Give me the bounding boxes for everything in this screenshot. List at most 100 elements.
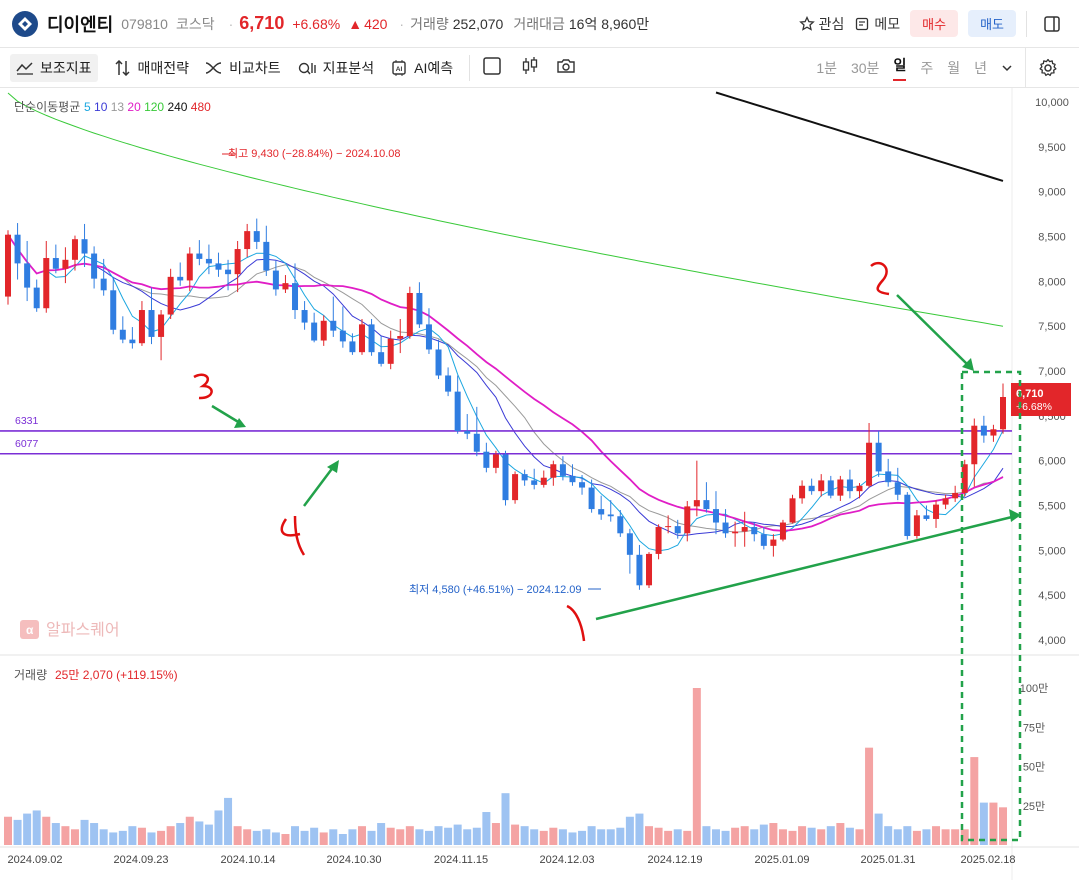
volume-bar: [42, 816, 51, 845]
layout-toggle-button[interactable]: [1037, 15, 1067, 33]
volume-bar: [625, 816, 634, 845]
ai-predict-label: AI예측: [414, 59, 454, 76]
candle-body: [512, 474, 519, 501]
price-chart[interactable]: 6331 6077 100만 75만 50만 25만 10,000 9,500 9,000 8…: [0, 88, 1079, 880]
candle-body: [674, 526, 681, 534]
chart-settings-button[interactable]: [1025, 47, 1069, 88]
candle-body: [158, 314, 165, 337]
candle: [617, 509, 624, 537]
candle-body: [196, 253, 203, 259]
volume-bar: [970, 757, 979, 845]
candle: [703, 482, 710, 513]
candle-body: [617, 516, 624, 534]
screenshot-button[interactable]: [556, 56, 576, 79]
period-1min[interactable]: 1분: [816, 58, 837, 78]
period-week[interactable]: 주: [920, 58, 933, 78]
memo-button[interactable]: 메모: [854, 14, 900, 34]
strategy-icon: [115, 59, 130, 76]
candle: [512, 471, 519, 504]
period-30min[interactable]: 30분: [851, 58, 879, 78]
candle-body: [588, 487, 595, 510]
compare-icon: [205, 61, 222, 74]
watchlist-label: 관심: [818, 15, 845, 32]
candle-body: [703, 500, 710, 510]
period-day[interactable]: 일: [893, 55, 907, 81]
candle-body: [952, 492, 959, 499]
volume-bar: [692, 688, 701, 845]
volume-bar: [405, 826, 414, 845]
candle: [846, 469, 853, 499]
candle: [292, 263, 299, 319]
candle-body: [502, 454, 509, 501]
candle: [646, 552, 653, 588]
candle-body: [52, 258, 59, 269]
candle-body: [358, 324, 365, 353]
volume-bar: [300, 830, 309, 845]
candle-body: [71, 239, 78, 260]
analysis-label: 지표분석: [322, 59, 375, 76]
volume-bar: [23, 813, 32, 845]
candle-body: [62, 259, 69, 269]
candle: [626, 528, 633, 574]
support-resistance-lines: 6331 6077: [0, 415, 1012, 455]
candle: [789, 494, 796, 524]
candle-body: [569, 475, 576, 483]
period-year[interactable]: 년: [974, 58, 987, 78]
ma-legend-period-10: 10: [94, 100, 111, 114]
candle-body: [119, 329, 126, 340]
stock-name[interactable]: 디이엔티: [47, 11, 113, 37]
indicator-button[interactable]: 보조지표: [10, 53, 98, 82]
volume-bar: [855, 829, 864, 845]
candle: [464, 414, 471, 440]
volume-bar: [721, 830, 730, 845]
candle: [378, 336, 385, 367]
candle: [980, 415, 987, 443]
volume-tick-label: 25만: [1023, 800, 1045, 813]
sell-button[interactable]: 매도: [968, 10, 1016, 37]
analysis-button[interactable]: 지표분석: [297, 58, 375, 78]
divider: [469, 54, 471, 81]
candle: [253, 218, 260, 250]
candle-body: [24, 263, 31, 288]
volume-bar: [826, 826, 835, 845]
watchlist-button[interactable]: 관심: [798, 14, 845, 34]
volume-legend-label: 거래량: [14, 668, 47, 682]
candle-body: [875, 442, 882, 472]
candle-body: [445, 375, 452, 392]
candle-body: [339, 330, 346, 342]
volume-bar: [252, 830, 261, 845]
volume-bar: [195, 821, 204, 845]
handwritten-annotations: [193, 261, 1022, 842]
candle-type-button[interactable]: [520, 56, 540, 79]
candle: [779, 519, 786, 542]
separator-dot: ·: [228, 15, 234, 32]
ai-predict-button[interactable]: AI AI예측: [390, 58, 453, 78]
volume-bar: [32, 810, 41, 845]
volume-bar: [778, 829, 787, 845]
candle: [100, 258, 107, 296]
candle: [942, 494, 949, 510]
level-label-6077: 6077: [15, 438, 39, 450]
candle: [1000, 383, 1006, 434]
period-month[interactable]: 월: [947, 58, 960, 78]
candle-body: [148, 310, 155, 337]
candle: [263, 225, 270, 276]
stock-code: 079810: [121, 15, 168, 32]
chevron-down-icon[interactable]: [1001, 62, 1013, 74]
annotation-mark-3: [193, 373, 213, 400]
checkbox-toggle[interactable]: [482, 56, 502, 79]
volume-bar: [463, 829, 472, 845]
candle: [598, 495, 605, 520]
buy-button[interactable]: 매수: [910, 10, 959, 37]
volume-bar: [788, 830, 797, 845]
candle: [933, 500, 940, 528]
strategy-button[interactable]: 매매전략: [114, 58, 189, 78]
candle-body: [387, 338, 394, 364]
volume-bar: [80, 819, 89, 845]
volume-bar: [367, 830, 376, 845]
candle: [550, 460, 557, 486]
compare-button[interactable]: 비교차트: [205, 58, 281, 78]
candle-body: [933, 504, 940, 519]
volume-bar: [903, 826, 912, 845]
candle: [186, 247, 193, 292]
